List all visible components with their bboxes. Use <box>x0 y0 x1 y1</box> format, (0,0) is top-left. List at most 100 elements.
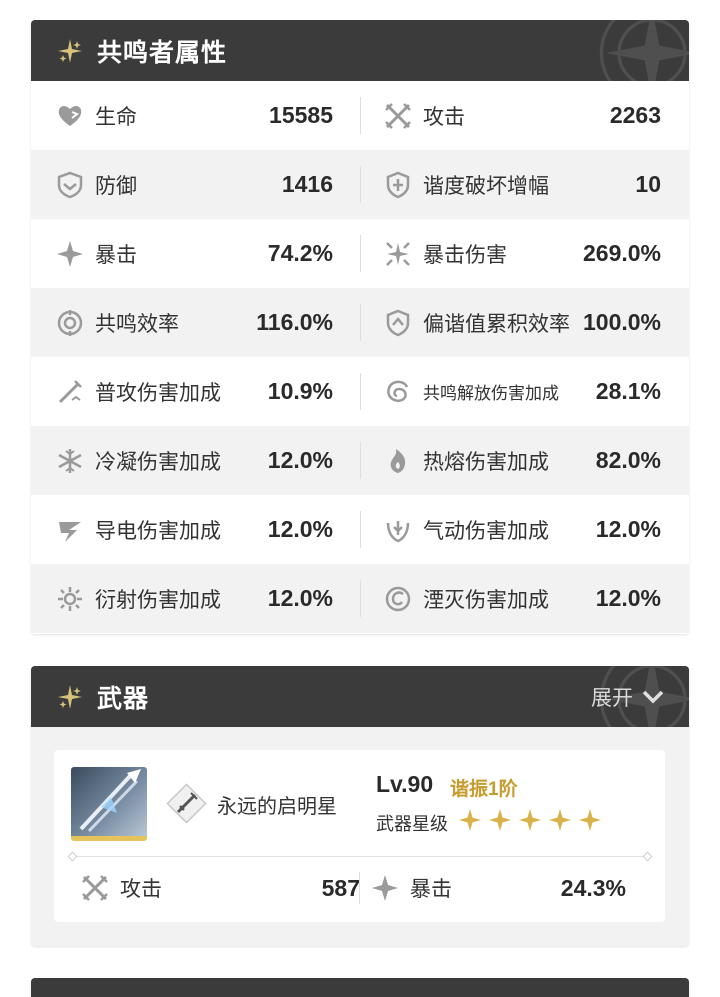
weapon-header[interactable]: 武器 展开 <box>31 666 689 727</box>
stat-label: 攻击 <box>120 878 162 901</box>
stat-label: 冷凝伤害加成 <box>95 450 221 474</box>
crossed-swords-icon <box>385 102 411 129</box>
stat-hp: 生命 15585 <box>31 81 360 150</box>
weapon-details: 永远的启明星 Lv.90 谐振1阶 武器星级 攻击 587 暴击 24.3% <box>54 750 665 922</box>
next-section-card <box>31 978 689 997</box>
attribute-row: 普攻伤害加成 10.9% 共鸣解放伤害加成 28.1% <box>31 357 689 426</box>
chevron-down-icon <box>642 690 664 703</box>
shield-plus-icon <box>386 171 410 198</box>
stat-liberation-bonus: 共鸣解放伤害加成 28.1% <box>360 357 689 426</box>
stat-value: 15585 <box>269 102 333 128</box>
stat-value: 10.9% <box>267 378 333 404</box>
stat-label: 共鸣效率 <box>95 312 179 336</box>
stat-def: 防御 1416 <box>31 150 360 219</box>
weapon-stat-atk: 攻击 587 <box>80 865 360 911</box>
next-section-header <box>31 978 689 997</box>
wind-icon <box>386 520 410 542</box>
stat-value: 12.0% <box>267 447 333 473</box>
stat-crit-dmg: 暴击伤害 269.0% <box>360 219 689 288</box>
stat-crit-rate: 暴击 74.2% <box>31 219 360 288</box>
star-icon <box>519 809 541 831</box>
star-icon <box>549 809 571 831</box>
stat-value: 10 <box>635 171 661 197</box>
rarity-stars <box>458 808 602 832</box>
energy-ring-icon <box>57 309 83 336</box>
stat-label: 攻击 <box>423 105 465 129</box>
weapon-refinement: 谐振1阶 <box>450 779 518 800</box>
stat-fusion-bonus: 热熔伤害加成 82.0% <box>360 426 689 495</box>
vortex-icon <box>387 380 409 402</box>
star-icon <box>459 809 481 831</box>
weapon-level: Lv.90 <box>376 771 434 797</box>
stat-atk: 攻击 2263 <box>360 81 689 150</box>
stat-value: 2263 <box>609 102 661 128</box>
expand-button[interactable]: 展开 <box>591 666 665 727</box>
shield-icon <box>57 171 83 198</box>
stat-label: 谐度破坏增幅 <box>423 174 549 198</box>
stat-electro-bonus: 导电伤害加成 12.0% <box>31 495 360 564</box>
crit-burst-icon <box>386 241 410 266</box>
crit-star-icon <box>372 875 398 901</box>
attributes-card: 共鸣者属性 生命 15585 攻击 2263 防御 1416 谐度破坏增幅 10… <box>31 20 689 634</box>
stat-value: 269.0% <box>582 240 661 266</box>
stat-glacio-bonus: 冷凝伤害加成 12.0% <box>31 426 360 495</box>
weapon-image-icon <box>79 769 141 833</box>
sword-slash-icon <box>58 379 82 403</box>
stat-value: 100.0% <box>582 309 661 335</box>
stat-value: 12.0% <box>595 585 661 611</box>
attributes-header: 共鸣者属性 <box>31 20 689 81</box>
attribute-row: 生命 15585 攻击 2263 <box>31 81 689 150</box>
weapon-rarity-label: 武器星级 <box>376 814 448 834</box>
expand-label: 展开 <box>591 686 633 710</box>
snowflake-icon <box>58 448 82 473</box>
stat-spectro-bonus: 衍射伤害加成 12.0% <box>31 564 360 633</box>
sparkle-icon <box>57 38 83 64</box>
stat-value: 12.0% <box>267 585 333 611</box>
stat-label: 共鸣解放伤害加成 <box>423 384 559 403</box>
stat-aero-bonus: 气动伤害加成 12.0% <box>360 495 689 564</box>
stat-tune-break: 谐度破坏增幅 10 <box>360 150 689 219</box>
stat-label: 导电伤害加成 <box>95 519 221 543</box>
column-divider <box>359 872 360 904</box>
stat-label: 暴击 <box>95 243 137 267</box>
attribute-table: 生命 15585 攻击 2263 防御 1416 谐度破坏增幅 10 暴击 74… <box>31 81 689 633</box>
attribute-row: 暴击 74.2% 暴击伤害 269.0% <box>31 219 689 288</box>
stat-value: 74.2% <box>267 240 333 266</box>
star-icon <box>489 809 511 831</box>
stat-value: 1416 <box>281 171 333 197</box>
stat-label: 暴击伤害 <box>423 243 507 267</box>
havoc-icon <box>385 586 411 611</box>
weapon-stat-crit: 暴击 24.3% <box>370 865 626 911</box>
heart-icon <box>58 105 82 126</box>
crit-star-icon <box>57 240 83 267</box>
weapon-thumbnail[interactable] <box>71 767 147 841</box>
stat-label: 偏谐值累积效率 <box>423 312 570 336</box>
stat-label: 防御 <box>95 174 137 198</box>
attribute-row: 导电伤害加成 12.0% 气动伤害加成 12.0% <box>31 495 689 564</box>
stat-label: 衍射伤害加成 <box>95 588 221 612</box>
weapon-card: 武器 展开 永远的启明星 Lv.90 谐振1阶 武器星级 攻击 587 暴击 2… <box>31 666 689 946</box>
stat-label: 热熔伤害加成 <box>423 450 549 474</box>
stat-off-tune: 偏谐值累积效率 100.0% <box>360 288 689 357</box>
stat-basic-atk-bonus: 普攻伤害加成 10.9% <box>31 357 360 426</box>
attribute-row: 共鸣效率 116.0% 偏谐值累积效率 100.0% <box>31 288 689 357</box>
crossed-swords-icon <box>82 875 108 901</box>
sun-icon <box>58 586 82 611</box>
flame-icon <box>390 448 406 473</box>
stat-value: 28.1% <box>595 378 661 404</box>
stat-havoc-bonus: 湮灭伤害加成 12.0% <box>360 564 689 633</box>
attribute-row: 衍射伤害加成 12.0% 湮灭伤害加成 12.0% <box>31 564 689 633</box>
stat-label: 普攻伤害加成 <box>95 381 221 405</box>
weapon-name: 永远的启明星 <box>217 796 337 818</box>
stat-label: 暴击 <box>410 878 452 901</box>
stat-value: 116.0% <box>256 309 333 335</box>
stat-label: 生命 <box>95 105 137 129</box>
attribute-row: 冷凝伤害加成 12.0% 热熔伤害加成 82.0% <box>31 426 689 495</box>
sword-type-icon <box>166 783 207 824</box>
shield-up-icon <box>386 309 410 336</box>
stat-label: 湮灭伤害加成 <box>423 588 549 612</box>
attributes-title: 共鸣者属性 <box>97 38 228 67</box>
separator-line <box>72 856 648 857</box>
star-icon <box>579 809 601 831</box>
sparkle-icon <box>57 684 83 710</box>
